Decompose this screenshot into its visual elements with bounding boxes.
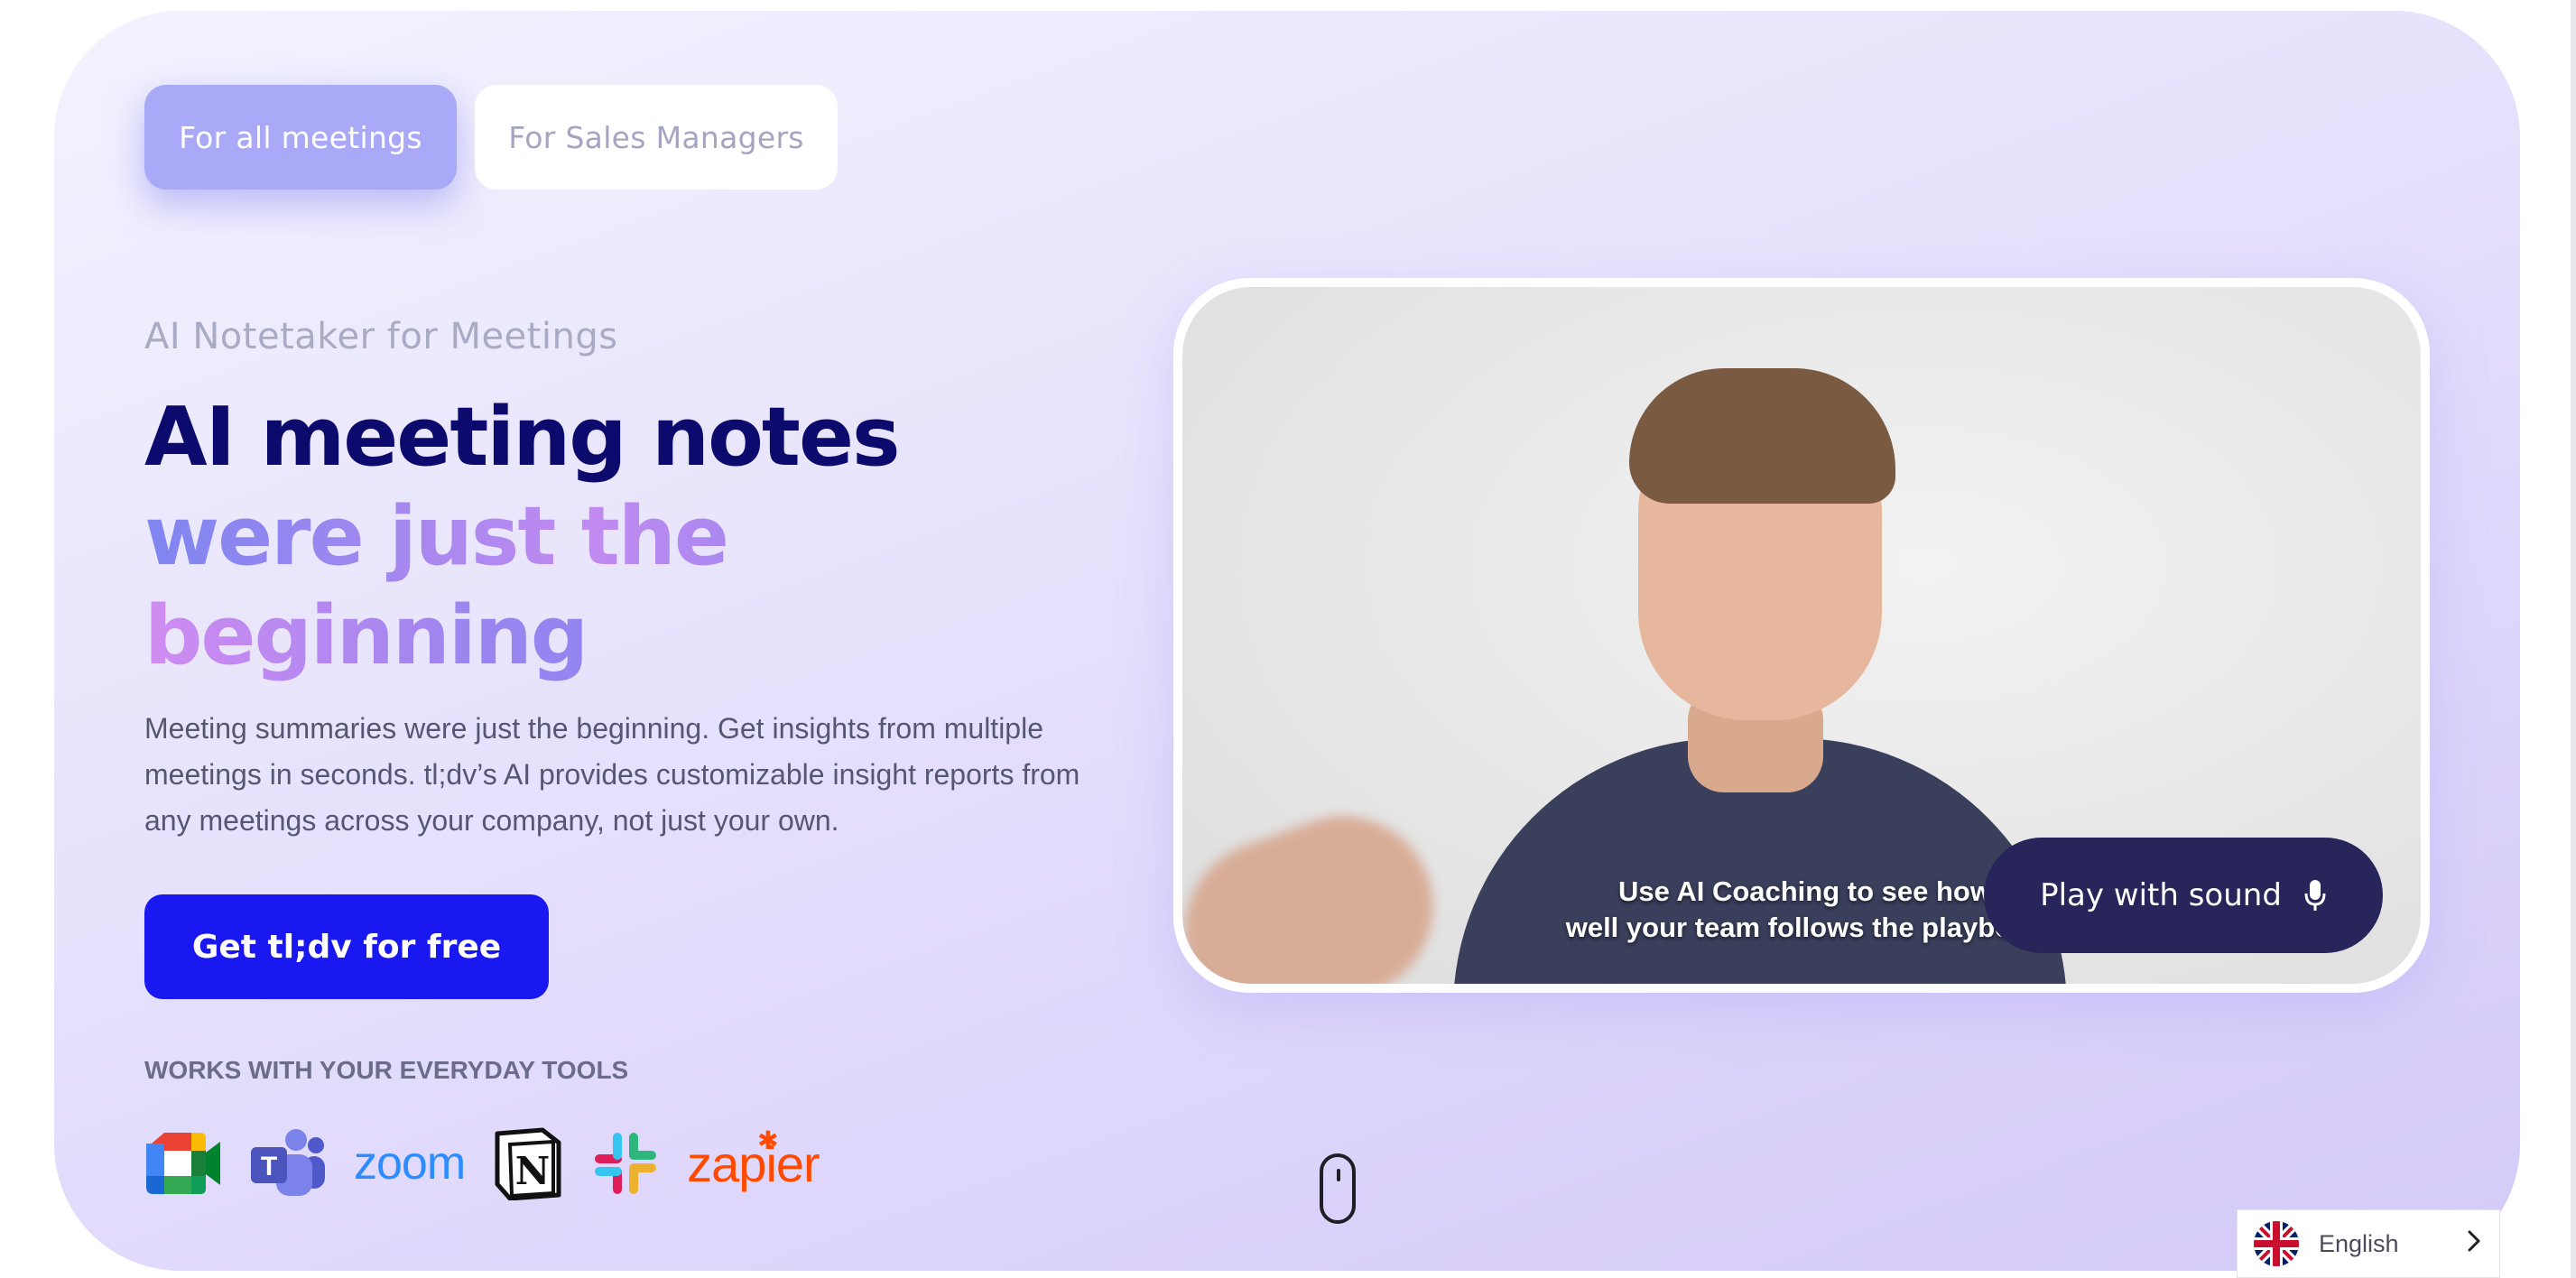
- get-tldv-free-button[interactable]: Get tl;dv for free: [144, 894, 549, 999]
- zapier-wordmark: ✱ zapier: [687, 1126, 820, 1193]
- uk-flag-icon: [2254, 1221, 2299, 1266]
- hero-description: Meeting summaries were just the beginnin…: [144, 712, 1080, 837]
- headline-line-2: were just the: [144, 487, 899, 587]
- zoom-wordmark: zoom: [354, 1137, 466, 1190]
- hero-section: For all meetings For Sales Managers AI N…: [54, 11, 2520, 1271]
- mouse-wheel-icon: [1337, 1169, 1340, 1181]
- tab-sales-managers[interactable]: For Sales Managers: [475, 85, 838, 190]
- zapier-text: zapier: [687, 1134, 820, 1192]
- page-scrollbar[interactable]: [2571, 0, 2576, 1278]
- scroll-down-mouse-icon[interactable]: [1320, 1153, 1356, 1224]
- play-with-sound-label: Play with sound: [2040, 877, 2282, 913]
- zapier-asterisk-icon: ✱: [757, 1125, 778, 1154]
- headline: AI meeting notes were just the beginning: [144, 388, 901, 686]
- play-with-sound-button[interactable]: Play with sound: [1984, 838, 2383, 953]
- works-with-label: WORKS WITH YOUR EVERYDAY TOOLS: [144, 1056, 629, 1084]
- headline-line-3: beginning: [144, 587, 899, 686]
- zapier-logo: ✱ zapier: [687, 1126, 820, 1193]
- svg-text:N: N: [515, 1149, 550, 1193]
- video-thumbnail: Use AI Coaching to see how well your tea…: [1182, 287, 2421, 984]
- slack-icon: [591, 1129, 660, 1198]
- video-player[interactable]: Use AI Coaching to see how well your tea…: [1173, 278, 2430, 993]
- notion-icon: N: [492, 1126, 564, 1200]
- speaker-hair: [1629, 368, 1895, 504]
- language-label: English: [2319, 1229, 2399, 1257]
- speaker-hand: [1182, 791, 1459, 984]
- integration-logos: T zoom N ✱ zapier: [144, 1123, 820, 1204]
- tab-all-meetings[interactable]: For all meetings: [144, 85, 457, 190]
- audience-tabs: For all meetings For Sales Managers: [144, 85, 838, 190]
- headline-line-1: AI meeting notes: [144, 390, 901, 485]
- microphone-icon: [2303, 878, 2327, 912]
- chevron-right-icon: [2467, 1229, 2481, 1259]
- eyebrow-text: AI Notetaker for Meetings: [144, 316, 618, 357]
- zoom-logo: zoom: [354, 1136, 466, 1190]
- teams-icon: T: [249, 1127, 327, 1199]
- google-meet-icon: [144, 1131, 222, 1196]
- language-selector[interactable]: English: [2237, 1209, 2500, 1278]
- svg-text:T: T: [261, 1152, 277, 1181]
